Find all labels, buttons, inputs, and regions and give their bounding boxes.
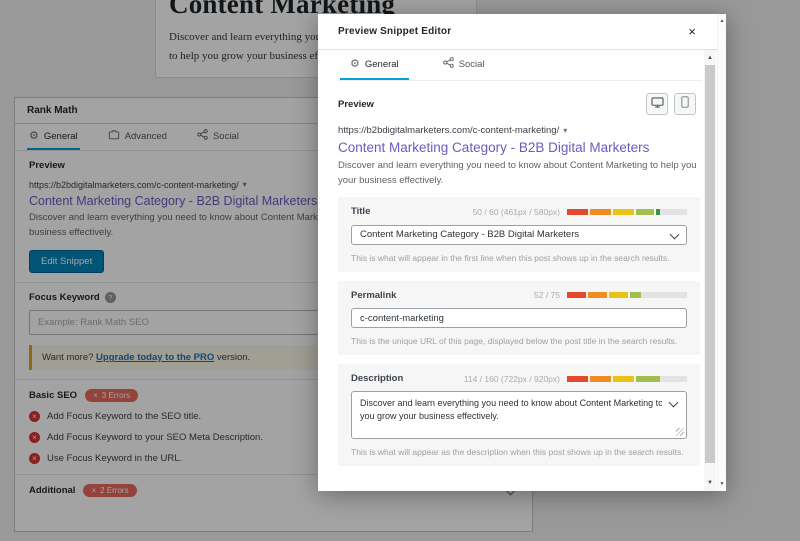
permalink-input[interactable] bbox=[351, 308, 687, 328]
title-help-text: This is what will appear in the first li… bbox=[351, 252, 670, 263]
modal-tab-social[interactable]: Social bbox=[433, 50, 495, 80]
modal-header: Preview Snippet Editor × bbox=[318, 14, 726, 50]
permalink-help-text: This is the unique URL of this page, dis… bbox=[351, 336, 678, 346]
phone-icon bbox=[681, 95, 689, 113]
resize-handle[interactable] bbox=[676, 428, 684, 436]
description-field-group: Description 114 / 160 (722px / 920px) Di… bbox=[338, 364, 700, 466]
modal-tab-general[interactable]: ⚙ General bbox=[340, 50, 409, 80]
close-icon[interactable]: × bbox=[688, 25, 696, 38]
modal-serp-preview: https://b2bdigitalmarketers.com/c-conten… bbox=[338, 125, 702, 188]
description-textarea[interactable]: Discover and learn everything you need t… bbox=[351, 391, 687, 439]
scrollbar-thumb[interactable] bbox=[705, 65, 715, 463]
description-counter: 114 / 160 (722px / 920px) bbox=[463, 373, 560, 384]
gear-icon: ⚙ bbox=[350, 57, 360, 70]
chevron-down-icon[interactable] bbox=[668, 397, 679, 408]
preview-snippet-editor-modal: Preview Snippet Editor × ⚙ General Socia… bbox=[318, 14, 726, 491]
scroll-down-arrow-icon[interactable]: ▼ bbox=[704, 477, 716, 489]
modal-preview-row: Preview bbox=[338, 93, 702, 115]
caret-down-icon[interactable]: ▾ bbox=[563, 126, 567, 135]
mobile-preview-button[interactable] bbox=[674, 93, 696, 115]
modal-outer-scrollbar: ▲ ▼ bbox=[717, 14, 726, 491]
modal-tabs: ⚙ General Social bbox=[338, 50, 702, 81]
permalink-field-group: Permalink 52 / 75 This is the unique URL… bbox=[338, 280, 700, 355]
snippet-description: Discover and learn everything you need t… bbox=[338, 160, 696, 186]
device-toggle bbox=[646, 93, 696, 115]
permalink-counter: 52 / 75 bbox=[534, 290, 560, 300]
permalink-score-bar bbox=[567, 292, 687, 298]
scroll-down-arrow-icon[interactable]: ▼ bbox=[718, 479, 726, 489]
monitor-icon bbox=[650, 95, 664, 113]
description-score-bar bbox=[567, 375, 687, 382]
description-help-text: This is what will appear as the descript… bbox=[351, 447, 684, 457]
title-counter: 50 / 60 (461px / 580px) bbox=[472, 206, 560, 217]
title-field-group: Title 50 / 60 (461px / 580px) This is wh… bbox=[338, 197, 700, 272]
desktop-preview-button[interactable] bbox=[646, 93, 668, 115]
modal-body-scrollbar: ▲ ▼ bbox=[704, 50, 716, 491]
modal-title: Preview Snippet Editor bbox=[338, 26, 452, 37]
share-icon bbox=[442, 57, 454, 71]
title-score-bar bbox=[567, 208, 687, 215]
snippet-url: https://b2bdigitalmarketers.com/c-conten… bbox=[338, 125, 568, 136]
title-select[interactable] bbox=[351, 224, 687, 245]
snippet-title-link: Content Marketing Category - B2B Digital… bbox=[338, 140, 650, 155]
modal-body: ⚙ General Social Preview https://b2bdigi… bbox=[318, 50, 702, 491]
scroll-up-arrow-icon[interactable]: ▲ bbox=[718, 16, 726, 26]
scroll-up-arrow-icon[interactable]: ▲ bbox=[704, 52, 716, 64]
